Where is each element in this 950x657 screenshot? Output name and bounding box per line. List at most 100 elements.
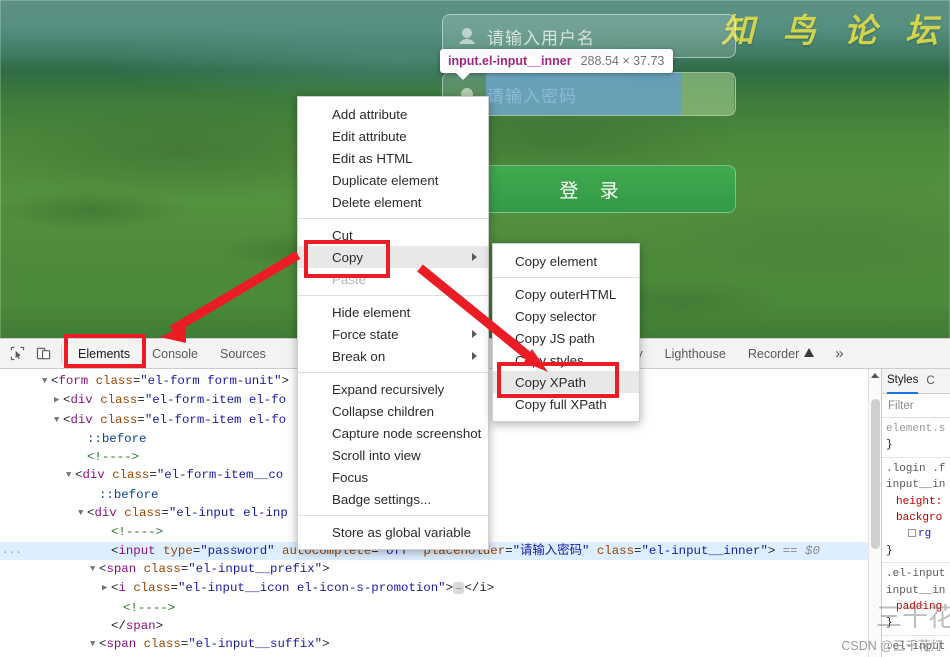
dom-tree-line[interactable]: ▼<span class="el-input__suffix"> (0, 635, 868, 654)
dom-token-val: "el-input__inner" (641, 544, 767, 558)
user-icon (459, 28, 475, 44)
dom-token-pun: > (322, 562, 329, 576)
triangle-right-icon[interactable]: ▶ (102, 579, 111, 597)
tab-console-label: Console (152, 347, 198, 361)
tab-styles[interactable]: Styles (887, 369, 918, 394)
context-submenu-item-copy-styles[interactable]: Copy styles (493, 349, 639, 371)
triangle-down-icon[interactable]: ▼ (54, 411, 63, 429)
context-submenu-item-label: Copy JS path (515, 331, 595, 346)
color-swatch-icon[interactable] (908, 529, 916, 537)
inspect-cursor-icon[interactable] (4, 341, 30, 367)
dom-tree-line[interactable]: ▶<i class="el-input__icon el-icon-s-prom… (0, 579, 868, 598)
dom-token-gray-ref: == $0 (783, 544, 820, 558)
dom-token-pun (156, 544, 163, 558)
context-menu-item-copy[interactable]: Copy (298, 246, 488, 268)
context-menu-item-label: Scroll into view (332, 448, 421, 463)
context-menu-item-label: Duplicate element (332, 173, 438, 188)
dom-token-pun: > (282, 374, 289, 388)
dom-tree-line[interactable]: <!----> (0, 599, 868, 617)
styles-filter-input[interactable]: Filter (882, 394, 950, 418)
dom-token-pun: = (137, 393, 144, 407)
dom-token-pun (275, 544, 282, 558)
context-menu-item-force-state[interactable]: Force state (298, 323, 488, 345)
context-menu-item-capture-node-screenshot[interactable]: Capture node screenshot (298, 422, 488, 444)
more-tabs-button[interactable]: » (825, 345, 853, 362)
dom-token-tag: span (126, 619, 156, 633)
tab-sources[interactable]: Sources (209, 339, 277, 368)
tab-recorder[interactable]: Recorder (737, 339, 825, 368)
triangle-down-icon[interactable]: ▼ (90, 560, 99, 578)
triangle-right-icon[interactable]: ▶ (54, 391, 63, 409)
device-toolbar-icon[interactable] (30, 341, 56, 367)
context-submenu-item-copy-selector[interactable]: Copy selector (493, 305, 639, 327)
context-submenu-item-copy-full-xpath[interactable]: Copy full XPath (493, 393, 639, 415)
triangle-down-icon[interactable]: ▼ (78, 504, 87, 522)
context-menu-item-edit-attribute[interactable]: Edit attribute (298, 125, 488, 147)
dom-token-pseudo: ::before (99, 488, 159, 502)
context-menu-item-duplicate-element[interactable]: Duplicate element (298, 169, 488, 191)
context-submenu-copy[interactable]: Copy element Copy outerHTML Copy selector C… (492, 243, 640, 422)
context-menu-item-expand-recursively[interactable]: Expand recursively (298, 378, 488, 400)
dom-token-val: "el-form form-unit" (140, 374, 281, 388)
dom-tree-scrollbar[interactable] (868, 369, 881, 657)
submenu-arrow-icon (472, 253, 477, 261)
css-declaration[interactable]: padding (886, 599, 950, 615)
triangle-down-icon[interactable]: ▼ (42, 372, 51, 390)
collapsed-content-badge[interactable]: … (453, 582, 464, 594)
tab-console[interactable]: Console (141, 339, 209, 368)
tab-computed[interactable]: C (926, 375, 934, 387)
context-submenu-item-copy-xpath[interactable]: Copy XPath (493, 371, 639, 393)
css-rule-block[interactable]: .el-inputinput__inpadding} (882, 563, 950, 636)
context-menu-item-collapse-children[interactable]: Collapse children (298, 400, 488, 422)
css-color-value[interactable]: rg (886, 526, 950, 542)
context-submenu-item-label: Copy styles (515, 353, 584, 368)
triangle-down-icon[interactable]: ▼ (66, 466, 75, 484)
dom-token-val: "el-form-item el-fo (145, 393, 286, 407)
context-menu-item-focus[interactable]: Focus (298, 466, 488, 488)
context-menu-item-break-on[interactable]: Break on (298, 345, 488, 367)
context-menu-item-label: Focus (332, 470, 368, 485)
css-selector-continued: input__in (886, 583, 950, 599)
context-submenu-item-copy-element[interactable]: Copy element (493, 250, 639, 272)
context-menu-item-hide-element[interactable]: Hide element (298, 301, 488, 323)
context-submenu-item-label: Copy outerHTML (515, 287, 616, 302)
context-submenu-separator (493, 277, 639, 278)
context-menu-item-scroll-into-view[interactable]: Scroll into view (298, 444, 488, 466)
context-submenu-item-label: Copy XPath (515, 375, 586, 390)
css-value-text: rg (918, 528, 931, 540)
css-rule-block[interactable]: .login .finput__inheight:backgrorg} (882, 458, 950, 563)
context-menu-item-label: Break on (332, 349, 385, 364)
css-property-name: height: (896, 496, 942, 508)
scroll-up-arrow-icon[interactable] (871, 373, 879, 378)
css-declaration[interactable]: backgro (886, 510, 950, 526)
context-menu-item-label: Badge settings... (332, 492, 431, 507)
context-submenu-item-copy-outerhtml[interactable]: Copy outerHTML (493, 283, 639, 305)
tab-elements[interactable]: Elements (67, 339, 141, 368)
dom-token-pun: = (161, 506, 168, 520)
context-menu-item-delete-element[interactable]: Delete element (298, 191, 488, 213)
css-declaration[interactable]: height: (886, 494, 950, 510)
context-menu[interactable]: Add attributeEdit attributeEdit as HTML D… (297, 96, 489, 550)
dom-tree-line[interactable]: ▼<span class="el-input__prefix"> (0, 560, 868, 579)
dom-token-attr: class (597, 544, 634, 558)
context-menu-item-label: Copy (332, 250, 363, 265)
context-menu-item-label: Cut (332, 228, 353, 243)
inspect-tooltip-dimensions: 288.54 × 37.73 (581, 54, 665, 68)
scrollbar-thumb[interactable] (871, 399, 880, 549)
login-submit-label: 登 录 (551, 176, 626, 203)
context-menu-item-store-as-global-variable[interactable]: Store as global variable (298, 521, 488, 543)
tab-lighthouse[interactable]: Lighthouse (654, 339, 737, 368)
dom-token-val: "el-input el-inp (169, 506, 288, 520)
context-submenu-item-label: Copy selector (515, 309, 596, 324)
context-submenu-item-copy-js-path[interactable]: Copy JS path (493, 327, 639, 349)
context-menu-item-badge-settings[interactable]: Badge settings... (298, 488, 488, 510)
dom-token-pun: = (505, 544, 512, 558)
dom-token-pun: </ (111, 619, 126, 633)
dom-tree-line[interactable]: </span> (0, 617, 868, 635)
context-menu-item-add-attribute[interactable]: Add attribute (298, 103, 488, 125)
dom-token-attr: class (144, 637, 181, 651)
context-menu-item-edit-as-html[interactable]: Edit as HTML (298, 147, 488, 169)
css-rule-block[interactable]: element.s} (882, 418, 950, 458)
context-menu-item-cut[interactable]: Cut (298, 224, 488, 246)
triangle-down-icon[interactable]: ▼ (90, 635, 99, 653)
